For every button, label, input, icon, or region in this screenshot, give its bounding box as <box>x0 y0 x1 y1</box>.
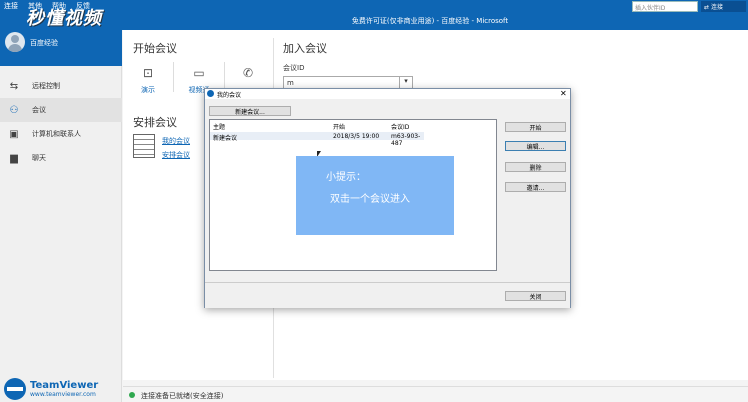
profile-header[interactable]: 百度经验 <box>0 30 122 66</box>
cell-start: 2018/3/5 19:00 <box>333 133 380 140</box>
tile-divider <box>173 62 174 92</box>
tip-title: 小提示： <box>326 172 366 183</box>
close-icon[interactable]: ✕ <box>560 89 567 98</box>
profile-name: 百度经验 <box>30 39 58 47</box>
meeting-id-label: 会议ID <box>283 64 305 72</box>
start-meeting-title: 开始会议 <box>133 42 177 55</box>
arrows-icon: ⇄ <box>704 4 711 11</box>
invite-button[interactable]: 邀请... <box>505 182 566 192</box>
video-icon: ▭ <box>193 66 205 80</box>
tip-overlay: 小提示： 双击一个会议进入 <box>296 156 454 235</box>
column-header-meeting-id[interactable]: 会议ID <box>391 122 409 131</box>
delete-button[interactable]: 删除 <box>505 162 566 172</box>
sidebar-item-contacts[interactable]: ▣ 计算机和联系人 <box>0 122 122 146</box>
meeting-icon: ⚇ <box>9 104 19 116</box>
start-button[interactable]: 开始 <box>505 122 566 132</box>
my-meetings-link[interactable]: 我的会议 <box>162 136 190 146</box>
dialog-titlebar[interactable]: 我的会议 ✕ <box>205 89 570 99</box>
dialog-title: 我的会议 <box>217 92 242 99</box>
sidebar: 百度经验 ⇆ 远程控制 ⚇ 会议 ▣ 计算机和联系人 ▆ 聊天 TeamView… <box>0 30 122 402</box>
sidebar-item-chat[interactable]: ▆ 聊天 <box>0 146 122 170</box>
teamviewer-logo-icon <box>4 378 26 400</box>
tile-phone[interactable]: ✆ <box>236 66 260 85</box>
contacts-icon: ▣ <box>9 128 19 140</box>
sidebar-item-meeting[interactable]: ⚇ 会议 <box>0 98 122 122</box>
chat-icon: ▆ <box>10 152 18 164</box>
partner-id-input[interactable]: 插入伙伴ID <box>632 1 698 12</box>
schedule-meeting-link[interactable]: 安排会议 <box>162 150 190 160</box>
teamviewer-app-icon <box>207 90 214 97</box>
tile-presentation[interactable]: ⊡ 演示 <box>134 66 162 95</box>
video-watermark: 秒懂视频 <box>26 8 102 29</box>
arrows-icon: ⇆ <box>9 80 19 92</box>
cell-subject: 新建会议 <box>213 135 238 142</box>
brand-url[interactable]: www.teamviewer.com <box>30 391 98 398</box>
menu-item-connect[interactable]: 连接 <box>4 1 18 11</box>
dialog-footer: 关闭 <box>205 282 570 308</box>
window-title: 免费许可证(仅非商业用途) - 百度经验 - Microsoft <box>351 17 509 25</box>
status-bar: 连接准备已就绪(安全连接) <box>123 386 748 402</box>
column-header-start[interactable]: 开始 <box>333 122 345 131</box>
close-button[interactable]: 关闭 <box>505 291 566 301</box>
status-text: 连接准备已就绪(安全连接) <box>141 392 224 400</box>
presentation-icon: ⊡ <box>142 66 154 80</box>
avatar <box>5 32 25 52</box>
connect-button[interactable]: ⇄ 连接 <box>701 1 746 12</box>
column-header-subject[interactable]: 主题 <box>213 122 225 131</box>
calendar-icon <box>133 134 155 158</box>
table-row[interactable]: 新建会议 2018/3/5 19:00 m63-903-487 <box>210 132 424 147</box>
cell-meeting-id: m63-903-487 <box>391 133 421 147</box>
phone-icon: ✆ <box>242 66 254 80</box>
edit-button[interactable]: 编辑... <box>505 141 566 151</box>
brand-name: TeamViewer <box>30 380 99 391</box>
status-indicator-icon <box>129 392 135 398</box>
teamviewer-logo: TeamViewer www.teamviewer.com <box>4 378 98 400</box>
tip-text: 双击一个会议进入 <box>330 194 410 205</box>
join-meeting-title: 加入会议 <box>283 42 327 55</box>
sidebar-item-remote-control[interactable]: ⇆ 远程控制 <box>0 74 122 98</box>
schedule-meeting-title: 安排会议 <box>133 116 177 129</box>
new-meeting-button[interactable]: 新建会议... <box>209 106 291 116</box>
